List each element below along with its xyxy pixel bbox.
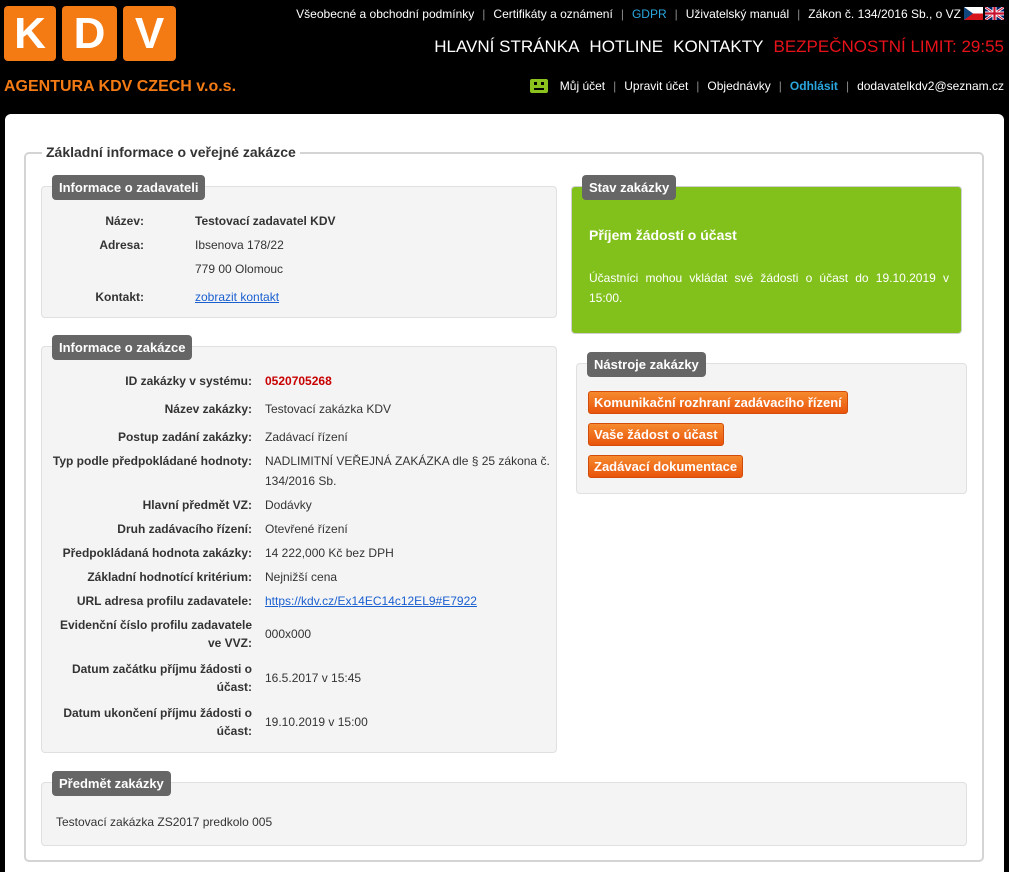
czech-flag-icon[interactable] xyxy=(964,7,983,20)
topmenu-certificates[interactable]: Certifikáty a oznámení xyxy=(493,7,612,21)
status-text: Účastníci mohou vkládat své žádosti o úč… xyxy=(589,271,949,305)
subject-box: Předmět zakázky Testovací zakázka ZS2017… xyxy=(41,771,967,846)
separator: | xyxy=(696,79,700,93)
status-heading: Příjem žádostí o účast xyxy=(589,227,737,243)
main-subject-value: Dodávky xyxy=(265,498,312,512)
value-type-label: Typ podle předpokládané hodnoty: xyxy=(52,454,252,468)
logout-link[interactable]: Odhlásit xyxy=(790,79,838,93)
logo-letter-v: V xyxy=(123,6,176,61)
procedure-label: Postup zadání zakázky: xyxy=(117,430,252,444)
criterion-label: Základní hodnotící kritérium: xyxy=(87,570,252,584)
show-contact-link[interactable]: zobrazit kontakt xyxy=(195,287,279,307)
separator: | xyxy=(674,7,678,21)
procedure-value: Zadávací řízení xyxy=(265,430,348,444)
end-date-label: Datum ukončení příjmu žádosti o účast: xyxy=(63,706,252,738)
orders-link[interactable]: Objednávky xyxy=(707,79,770,93)
topmenu-gdpr[interactable]: GDPR xyxy=(632,7,667,21)
user-menu: Můj účet | Upravit účet | Objednávky | O… xyxy=(529,79,1004,93)
subject-title: Předmět zakázky xyxy=(52,771,171,796)
authority-name-label: Název: xyxy=(105,214,144,228)
separator: | xyxy=(482,7,486,21)
registry-number-label: Evidenční číslo profilu zadavatele ve VV… xyxy=(59,618,252,650)
smiley-icon xyxy=(529,79,548,93)
agency-name: AGENTURA KDV CZECH v.o.s. xyxy=(4,78,237,95)
estimated-value-label: Předpokládaná hodnota zakázky: xyxy=(62,546,252,560)
uk-flag-icon[interactable] xyxy=(985,7,1004,20)
nav-home[interactable]: HLAVNÍ STRÁNKA xyxy=(434,37,579,57)
header: K D V Všeobecné a obchodní podmínky | Ce… xyxy=(0,0,1009,114)
authority-info-title: Informace o zadavateli xyxy=(52,175,206,200)
separator: | xyxy=(620,7,624,21)
top-menu: Všeobecné a obchodní podmínky | Certifik… xyxy=(296,7,961,21)
value-type-value: NADLIMITNÍ VEŘEJNÁ ZAKÁZKA dle § 25 záko… xyxy=(265,454,550,488)
tender-documentation-button[interactable]: Zadávací dokumentace xyxy=(588,455,744,478)
edit-account-link[interactable]: Upravit účet xyxy=(624,79,688,93)
procedure-type-label: Druh zadávacího řízení: xyxy=(117,522,252,536)
main-nav: HLAVNÍ STRÁNKA HOTLINE KONTAKTY BEZPEČNO… xyxy=(434,37,1004,57)
fieldset-legend: Základní informace o veřejné zakázce xyxy=(42,144,300,160)
profile-url-link[interactable]: https://kdv.cz/Ex14EC14c12EL9#E7922 xyxy=(265,591,477,611)
estimated-value-value: 14 222,000 Kč bez DPH xyxy=(265,546,394,560)
authority-address-line1: Ibsenova 178/22 xyxy=(195,238,284,252)
your-application-button[interactable]: Vaše žádost o účast xyxy=(588,423,724,446)
topmenu-manual[interactable]: Uživatelský manuál xyxy=(686,7,789,21)
separator: | xyxy=(845,79,850,93)
authority-info-box: Informace o zadavateli Název: Testovací … xyxy=(41,175,557,318)
authority-address-line2: 779 00 Olomouc xyxy=(195,262,284,276)
contract-name-value: Testovací zakázka KDV xyxy=(265,402,392,416)
end-date-value: 19.10.2019 v 15:00 xyxy=(265,715,368,729)
contract-info-title: Informace o zakázce xyxy=(52,335,193,360)
logo-letter-k: K xyxy=(4,6,56,61)
contract-id-label: ID zakázky v systému: xyxy=(125,374,252,388)
nav-hotline[interactable]: HOTLINE xyxy=(589,37,663,57)
topmenu-terms[interactable]: Všeobecné a obchodní podmínky xyxy=(296,7,474,21)
logo-letter-d: D xyxy=(62,6,117,61)
status-box: Stav zakázky Příjem žádostí o účast Účas… xyxy=(571,175,962,334)
criterion-value: Nejnižší cena xyxy=(265,570,338,584)
communication-interface-button[interactable]: Komunikační rozhraní zadávacího řízení xyxy=(588,391,848,414)
contract-name-label: Název zakázky: xyxy=(164,402,252,416)
profile-url-label: URL adresa profilu zadavatele: xyxy=(76,594,252,608)
authority-name-value: Testovací zadavatel KDV xyxy=(195,214,336,228)
nav-contacts[interactable]: KONTAKTY xyxy=(673,37,763,57)
tools-title: Nástroje zakázky xyxy=(587,352,706,377)
start-date-label: Datum začátku příjmu žádosti o účast: xyxy=(71,662,252,694)
authority-contact-label: Kontakt: xyxy=(95,290,144,304)
security-limit-timer: BEZPEČNOSTNÍ LIMIT: 29:55 xyxy=(773,37,1004,56)
separator: | xyxy=(797,7,801,21)
main-subject-label: Hlavní předmět VZ: xyxy=(142,498,252,512)
subject-text: Testovací zakázka ZS2017 predkolo 005 xyxy=(56,815,273,829)
tools-box: Nástroje zakázky Komunikační rozhraní za… xyxy=(576,352,967,494)
topmenu-law[interactable]: Zákon č. 134/2016 Sb., o VZ xyxy=(808,7,961,21)
authority-address-label: Adresa: xyxy=(99,238,144,252)
my-account-link[interactable]: Můj účet xyxy=(560,79,605,93)
start-date-value: 16.5.2017 v 15:45 xyxy=(265,671,362,685)
separator: | xyxy=(778,79,782,93)
user-email: dodavatelkdv2@seznam.cz xyxy=(857,79,1004,93)
contract-info-box: Informace o zakázce ID zakázky v systému… xyxy=(41,335,557,753)
language-switcher xyxy=(964,7,1004,20)
status-title: Stav zakázky xyxy=(582,175,677,200)
separator: | xyxy=(613,79,617,93)
procedure-type-value: Otevřené řízení xyxy=(265,522,348,536)
kdv-logo[interactable]: K D V xyxy=(4,6,176,61)
registry-number-value: 000x000 xyxy=(265,627,312,641)
contract-id-value: 0520705268 xyxy=(265,374,332,388)
